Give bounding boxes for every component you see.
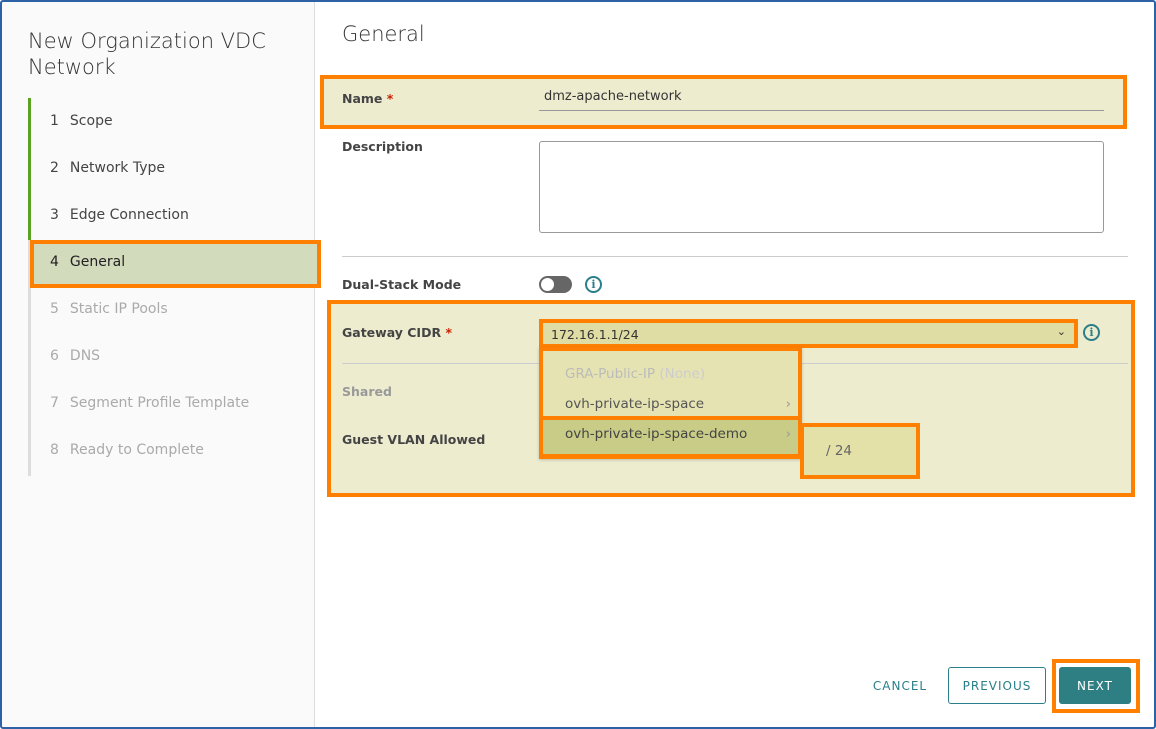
window-frame: [0, 0, 1156, 729]
